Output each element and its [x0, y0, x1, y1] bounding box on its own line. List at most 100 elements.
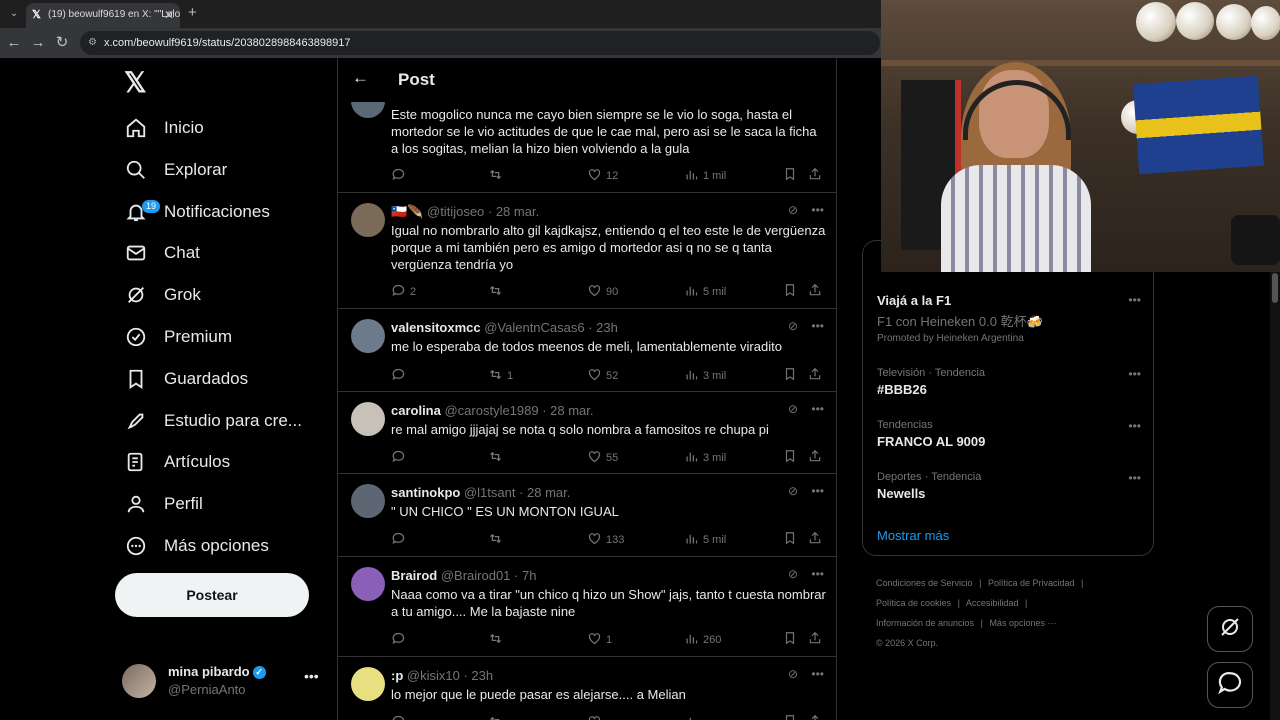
reply-button[interactable]: 2	[391, 283, 416, 301]
sidebar-item-guardados[interactable]: Guardados	[124, 359, 248, 399]
grok-icon[interactable]: ⊘	[788, 402, 801, 416]
bookmark-button[interactable]	[783, 367, 801, 384]
share-button[interactable]	[808, 367, 826, 384]
reload-icon[interactable]: ↻	[52, 33, 72, 53]
sidebar-item-articulos[interactable]: Artículos	[124, 442, 230, 482]
reply-time[interactable]: · 23h	[588, 320, 618, 335]
forward-icon[interactable]: →	[28, 33, 48, 53]
share-button[interactable]	[808, 167, 826, 184]
share-button[interactable]	[808, 283, 826, 300]
views-button[interactable]: 3 mil	[684, 449, 726, 467]
footer-link[interactable]: Condiciones de Servicio	[876, 578, 973, 588]
sidebar-item-premium[interactable]: Premium	[124, 317, 232, 357]
footer-link[interactable]: Más opciones ···	[989, 618, 1056, 628]
reply-item[interactable]: valensitoxmcc @ValentnCasas6 · 23h ⊘ ••• m…	[338, 309, 836, 392]
repost-button[interactable]	[488, 283, 507, 301]
reply-author-name[interactable]: carolina	[391, 403, 444, 418]
footer-link[interactable]: Política de cookies	[876, 598, 951, 608]
sidebar-item-chat[interactable]: Chat	[124, 233, 200, 273]
grok-icon[interactable]: ⊘	[788, 667, 801, 681]
footer-link[interactable]: Política de Privacidad	[988, 578, 1075, 588]
reply-author-name[interactable]: santinokpo	[391, 485, 464, 500]
reply-button[interactable]	[391, 714, 410, 720]
like-button[interactable]: 12	[587, 167, 618, 185]
tab-close-icon[interactable]: ✕	[164, 3, 174, 27]
more-dots-icon[interactable]: •••	[811, 567, 824, 581]
reply-item[interactable]: santinokpo @l1tsant · 28 mar. ⊘ ••• " UN C…	[338, 474, 836, 557]
reply-item[interactable]: carolina @carostyle1989 · 28 mar. ⊘ ••• re…	[338, 392, 836, 474]
reply-handle[interactable]: @titijoseo	[427, 204, 488, 219]
share-button[interactable]	[808, 531, 826, 548]
reply-item[interactable]: 🇨🇱🪶 @titijoseo · 28 mar. ⊘ ••• Igual no no…	[338, 193, 836, 309]
reply-author-name[interactable]: :p	[391, 668, 407, 683]
repost-button[interactable]	[488, 631, 507, 649]
reply-author-name[interactable]: 🇨🇱🪶	[391, 204, 427, 219]
avatar[interactable]	[351, 484, 385, 518]
sidebar-item-explorar[interactable]: Explorar	[124, 150, 227, 190]
grok-fab-button[interactable]	[1207, 606, 1253, 652]
reply-item[interactable]: :p @kisix10 · 23h ⊘ ••• lo mejor que le pu…	[338, 657, 836, 720]
reply-item[interactable]: Este mogolico nunca me cayo bien siempre…	[338, 84, 836, 193]
avatar[interactable]	[351, 319, 385, 353]
views-button[interactable]: 5 mil	[684, 531, 726, 549]
more-dots-icon[interactable]: •••	[1128, 419, 1141, 433]
grok-icon[interactable]: ⊘	[788, 203, 801, 217]
reply-handle[interactable]: @l1tsant	[464, 485, 519, 500]
repost-button[interactable]	[488, 167, 507, 185]
site-info-icon[interactable]: ⚙	[88, 31, 97, 55]
tab-search-icon[interactable]: ⌄	[5, 5, 23, 23]
reply-author-name[interactable]: valensitoxmcc	[391, 320, 484, 335]
more-dots-icon[interactable]: •••	[811, 484, 824, 498]
repost-button[interactable]	[488, 531, 507, 549]
trend-item[interactable]: Televisión · Tendencia #BBB26 •••	[877, 367, 1141, 397]
account-switcher[interactable]: mina pibardo ✓ @PerniaAnto •••	[122, 658, 337, 704]
views-button[interactable]: 3 mil	[684, 367, 726, 385]
trend-item[interactable]: Deportes · Tendencia Newells •••	[877, 471, 1141, 501]
sidebar-item-perfil[interactable]: Perfil	[124, 484, 203, 524]
reply-author-name[interactable]: Brairod	[391, 568, 441, 583]
repost-button[interactable]: 1	[488, 367, 513, 385]
reply-button[interactable]	[391, 531, 410, 549]
reply-button[interactable]	[391, 167, 410, 185]
reply-time[interactable]: · 23h	[463, 668, 493, 683]
bookmark-button[interactable]	[783, 283, 801, 300]
more-dots-icon[interactable]: •••	[811, 203, 824, 217]
like-button[interactable]	[587, 714, 606, 720]
grok-icon[interactable]: ⊘	[788, 484, 801, 498]
new-tab-icon[interactable]: +	[188, 4, 197, 21]
avatar[interactable]	[351, 203, 385, 237]
reply-time[interactable]: · 28 mar.	[519, 485, 570, 500]
repost-button[interactable]	[488, 714, 507, 720]
grok-icon[interactable]: ⊘	[788, 319, 801, 333]
bookmark-button[interactable]	[783, 167, 801, 184]
show-more-link[interactable]: Mostrar más	[877, 528, 949, 543]
like-button[interactable]: 1	[587, 631, 612, 649]
views-button[interactable]: 1 mil	[684, 167, 726, 185]
bookmark-button[interactable]	[783, 714, 801, 720]
reply-handle[interactable]: @carostyle1989	[444, 403, 542, 418]
bookmark-button[interactable]	[783, 631, 801, 648]
reply-time[interactable]: · 28 mar.	[488, 204, 539, 219]
browser-tab[interactable]: 𝕏 (19) beowulf9619 en X: ""Lolo c ✕	[26, 3, 180, 28]
back-icon[interactable]: ←	[4, 33, 24, 53]
views-button[interactable]: 260	[684, 631, 721, 649]
sidebar-item-estudio[interactable]: Estudio para cre...	[124, 401, 302, 441]
promoted-trend[interactable]: Viajá a la F1 F1 con Heineken 0.0 乾杯🍻 Pr…	[877, 293, 1141, 344]
more-dots-icon[interactable]: •••	[811, 667, 824, 681]
like-button[interactable]: 55	[587, 449, 618, 467]
avatar[interactable]	[351, 402, 385, 436]
sidebar-item-mas-opciones[interactable]: Más opciones	[124, 526, 269, 566]
footer-link[interactable]: Información de anuncios	[876, 618, 974, 628]
more-dots-icon[interactable]: •••	[811, 402, 824, 416]
sidebar-item-grok[interactable]: Grok	[124, 275, 201, 315]
bookmark-button[interactable]	[783, 531, 801, 548]
url-input[interactable]: ⚙ x.com/beowulf9619/status/2038028988463…	[80, 31, 880, 55]
more-dots-icon[interactable]: •••	[811, 319, 824, 333]
back-arrow-icon[interactable]: ←	[352, 68, 369, 88]
more-dots-icon[interactable]: •••	[1128, 293, 1141, 307]
reply-handle[interactable]: @kisix10	[407, 668, 464, 683]
reply-time[interactable]: · 28 mar.	[542, 403, 593, 418]
x-logo-icon[interactable]: 𝕏	[124, 66, 147, 99]
grok-icon[interactable]: ⊘	[788, 567, 801, 581]
repost-button[interactable]	[488, 449, 507, 467]
